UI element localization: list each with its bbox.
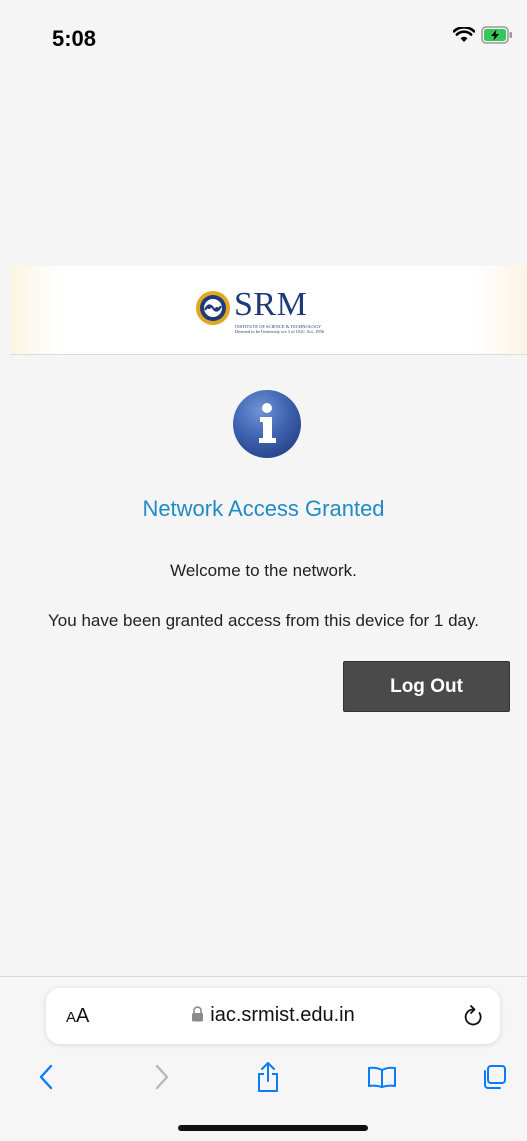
logo-text: SRM xyxy=(234,286,308,323)
share-button[interactable] xyxy=(248,1057,288,1097)
wifi-icon xyxy=(453,27,475,42)
logo-subtext: INSTITUTE OF SCIENCE & TECHNOLOGY Deemed… xyxy=(235,324,324,334)
forward-button[interactable] xyxy=(142,1057,182,1097)
url-display[interactable]: iac.srmist.edu.in xyxy=(46,1004,500,1027)
url-text: iac.srmist.edu.in xyxy=(210,1004,355,1026)
forward-icon xyxy=(155,1064,169,1090)
info-icon xyxy=(233,390,301,458)
browser-toolbar: AA iac.srmist.edu.in xyxy=(0,976,527,1141)
back-button[interactable] xyxy=(26,1057,66,1097)
status-time: 5:08 xyxy=(52,26,97,51)
address-bar[interactable]: AA iac.srmist.edu.in xyxy=(46,988,500,1044)
logout-button[interactable]: Log Out xyxy=(343,661,510,712)
nav-row xyxy=(0,1057,527,1097)
tabs-icon xyxy=(484,1065,506,1089)
header-banner: SRM INSTITUTE OF SCIENCE & TECHNOLOGY De… xyxy=(10,266,527,355)
share-icon xyxy=(258,1062,278,1092)
reload-icon[interactable] xyxy=(462,1004,484,1028)
welcome-text: Welcome to the network. xyxy=(170,561,357,580)
home-indicator[interactable] xyxy=(178,1125,368,1131)
tabs-button[interactable] xyxy=(474,1057,514,1097)
battery-charging-icon xyxy=(481,26,512,44)
srm-logo: SRM INSTITUTE OF SCIENCE & TECHNOLOGY De… xyxy=(195,284,335,336)
status-icons xyxy=(453,26,513,44)
bookmarks-icon xyxy=(368,1066,396,1088)
page-title: Network Access Granted xyxy=(142,496,385,521)
srm-emblem-icon xyxy=(196,291,230,325)
logo-subtext-line2: Deemed to be University u/s 3 of UGC Act… xyxy=(235,329,324,334)
bookmarks-button[interactable] xyxy=(362,1057,402,1097)
status-bar: 5:08 xyxy=(0,0,527,80)
access-message: You have been granted access from this d… xyxy=(48,611,479,630)
lock-icon xyxy=(192,1006,204,1022)
back-icon xyxy=(39,1064,53,1090)
